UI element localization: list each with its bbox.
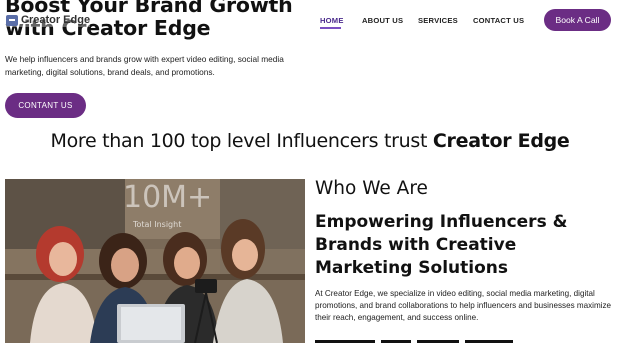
- nav-item-contact-us[interactable]: CONTACT US: [473, 16, 524, 25]
- trust-heading: More than 100 top level Influencers trus…: [0, 130, 620, 152]
- book-a-call-button[interactable]: Book A Call: [544, 9, 611, 31]
- photo-overlay-label: Total Insight: [132, 220, 181, 229]
- logo[interactable]: Creator Edge: [6, 13, 91, 27]
- about-description: At Creator Edge, we specialize in video …: [315, 289, 612, 322]
- contact-us-button[interactable]: CONTANT US: [5, 93, 86, 118]
- trust-brand: Creator Edge: [432, 130, 570, 152]
- about-title: Who We Are: [315, 178, 428, 199]
- logo-icon: [6, 14, 18, 26]
- nav-active-underline: [320, 27, 341, 29]
- nav-item-about-us[interactable]: ABOUT US: [362, 16, 403, 25]
- team-photo: 10M+ Total Insight: [5, 179, 305, 343]
- nav-item-home[interactable]: HOME: [320, 16, 344, 25]
- team-photo-illustration: 10M+ Total Insight: [5, 179, 305, 343]
- nav-item-services[interactable]: SERVICES: [418, 16, 458, 25]
- trust-text: More than 100 top level Influencers trus…: [50, 130, 433, 152]
- cut-off-content: [315, 337, 615, 343]
- logo-text: Creator Edge: [21, 14, 91, 26]
- photo-overlay-stat: 10M+: [123, 180, 212, 215]
- about-subtitle: Empowering Influencers & Brands with Cre…: [315, 212, 568, 278]
- hero-description: We help influencers and brands grow with…: [5, 54, 284, 77]
